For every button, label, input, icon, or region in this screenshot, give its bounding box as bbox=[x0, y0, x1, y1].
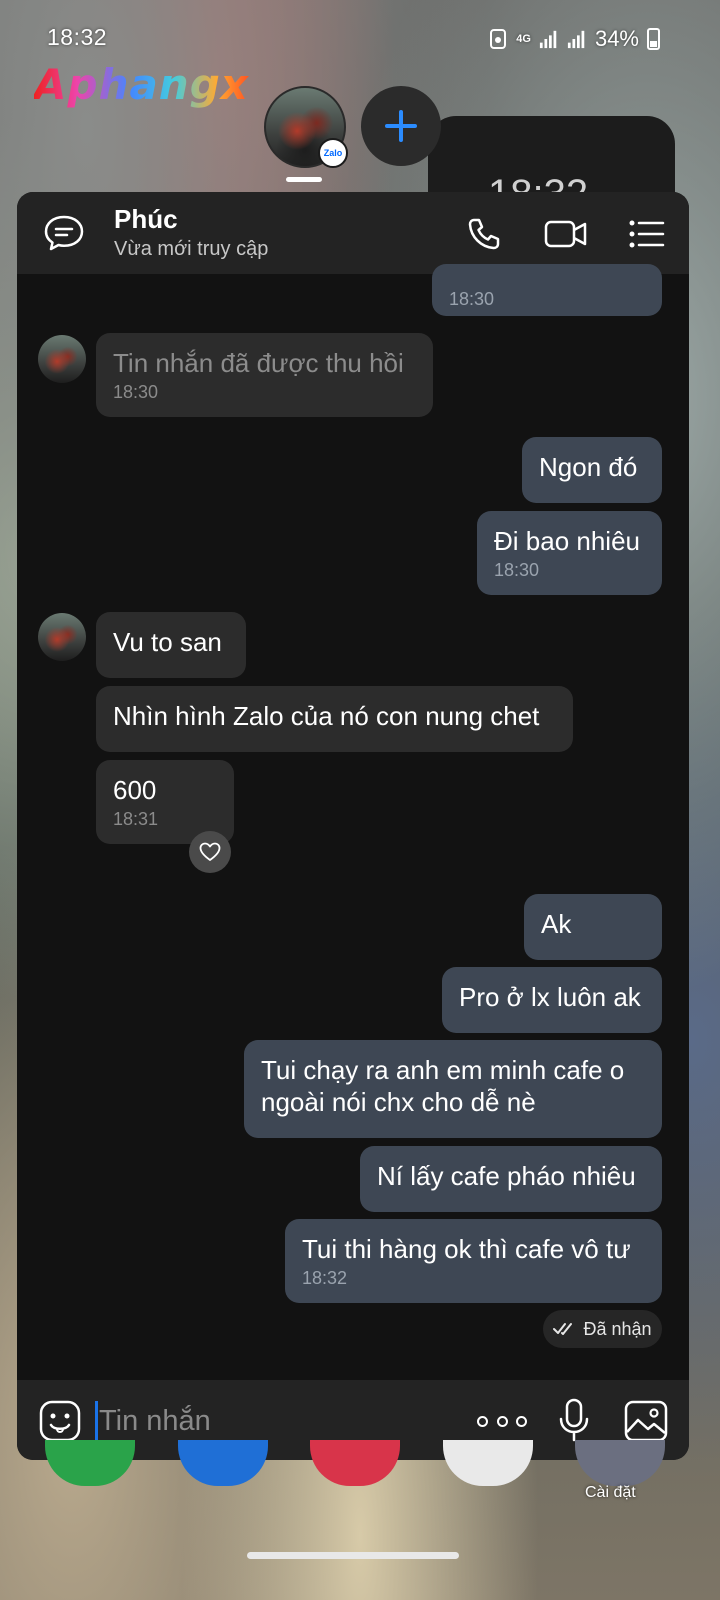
chat-window: Phúc Vừa mới truy cập 18:30 Tin nhắn đã … bbox=[17, 192, 689, 1460]
active-bubble-indicator bbox=[286, 177, 322, 182]
contact-avatar[interactable] bbox=[38, 335, 86, 383]
chat-options-button[interactable] bbox=[627, 214, 667, 254]
message-time: 18:32 bbox=[302, 1268, 348, 1288]
message-outgoing[interactable]: Ní lấy cafe pháo nhiêu bbox=[360, 1146, 662, 1212]
message-time: 18:30 bbox=[449, 289, 495, 309]
zalo-badge-text: Zalo bbox=[323, 148, 343, 158]
message-input[interactable] bbox=[95, 1398, 455, 1444]
message-incoming[interactable]: Nhìn hình Zalo của nó con nung chet bbox=[96, 686, 573, 752]
phone-icon bbox=[468, 218, 500, 250]
message-outgoing[interactable]: Đi bao nhiêu 18:30 bbox=[477, 511, 662, 595]
message-text: Ngon đó bbox=[539, 452, 638, 482]
mic-icon[interactable] bbox=[557, 1398, 591, 1442]
react-button[interactable] bbox=[189, 831, 231, 873]
message-text: Nhìn hình Zalo của nó con nung chet bbox=[113, 701, 540, 731]
status-time: 18:32 bbox=[47, 24, 108, 50]
status-icons: 4G 34% bbox=[488, 26, 660, 52]
delivery-status-text: Đã nhận bbox=[583, 1318, 652, 1339]
add-bubble-button[interactable] bbox=[361, 86, 441, 166]
chat-icon[interactable] bbox=[43, 213, 85, 253]
chat-header: Phúc Vừa mới truy cập bbox=[17, 192, 689, 274]
zalo-badge-icon: Zalo bbox=[318, 138, 348, 168]
message-time: 18:31 bbox=[113, 809, 159, 829]
message-outgoing[interactable]: Tui chạy ra anh em minh cafe o ngoài nói… bbox=[244, 1040, 662, 1138]
message-text: 600 bbox=[113, 775, 157, 805]
video-icon bbox=[544, 220, 587, 248]
data-saver-icon bbox=[490, 29, 507, 49]
plus-icon bbox=[385, 110, 417, 142]
more-icon-dot bbox=[477, 1415, 488, 1427]
message-list[interactable]: 18:30 Tin nhắn đã được thu hồi 18:30 Ngo… bbox=[17, 264, 689, 1380]
message-outgoing[interactable]: Ngon đó bbox=[522, 437, 662, 503]
message-text: Ak bbox=[541, 909, 572, 939]
navigation-handle[interactable] bbox=[247, 1552, 459, 1559]
heart-icon bbox=[199, 842, 221, 861]
message-time: 18:30 bbox=[494, 560, 540, 580]
menu-icon bbox=[629, 220, 665, 248]
battery-icon bbox=[647, 28, 660, 50]
emoji-icon[interactable] bbox=[39, 1400, 81, 1442]
watermark-logo: Aphangx bbox=[34, 60, 249, 109]
signal-icon bbox=[539, 30, 557, 49]
message-text-line-1: Tui chạy ra anh em minh cafe o bbox=[261, 1055, 625, 1085]
more-options-button[interactable] bbox=[477, 1404, 527, 1438]
message-outgoing[interactable]: Pro ở lx luôn ak bbox=[442, 967, 662, 1033]
message-outgoing[interactable]: 18:30 bbox=[432, 264, 662, 316]
message-text: Vu to san bbox=[113, 627, 222, 657]
voice-call-button[interactable] bbox=[464, 214, 504, 254]
more-icon-dot bbox=[516, 1415, 527, 1427]
video-call-button[interactable] bbox=[543, 214, 589, 254]
delivery-status: Đã nhận bbox=[543, 1310, 662, 1348]
message-outgoing[interactable]: Tui thi hàng ok thì cafe vô tư 18:32 bbox=[285, 1219, 662, 1303]
double-check-icon bbox=[553, 1323, 573, 1335]
message-text: Đi bao nhiêu bbox=[494, 526, 640, 556]
contact-status: Vừa mới truy cập bbox=[114, 238, 269, 260]
network-type-label: 4G bbox=[516, 32, 531, 45]
contact-name: Phúc bbox=[114, 204, 178, 234]
message-text-line-2: ngoài nói chx cho dễ nè bbox=[261, 1087, 536, 1117]
message-outgoing[interactable]: Ak bbox=[524, 894, 662, 960]
more-icon-dot bbox=[496, 1415, 508, 1427]
dock-settings-label: Cài đặt bbox=[585, 1484, 636, 1501]
contact-avatar[interactable] bbox=[38, 613, 86, 661]
message-text: Tin nhắn đã được thu hồi bbox=[113, 348, 404, 378]
message-text: Ní lấy cafe pháo nhiêu bbox=[377, 1161, 636, 1191]
battery-percent: 34% bbox=[594, 26, 639, 51]
message-incoming[interactable]: Vu to san bbox=[96, 612, 246, 678]
message-recalled[interactable]: Tin nhắn đã được thu hồi 18:30 bbox=[96, 333, 433, 417]
message-text: Pro ở lx luôn ak bbox=[459, 982, 641, 1012]
message-time: 18:30 bbox=[113, 382, 159, 402]
image-icon[interactable] bbox=[624, 1400, 668, 1442]
signal-icon-2 bbox=[567, 30, 585, 49]
message-text: Tui thi hàng ok thì cafe vô tư bbox=[302, 1234, 631, 1264]
